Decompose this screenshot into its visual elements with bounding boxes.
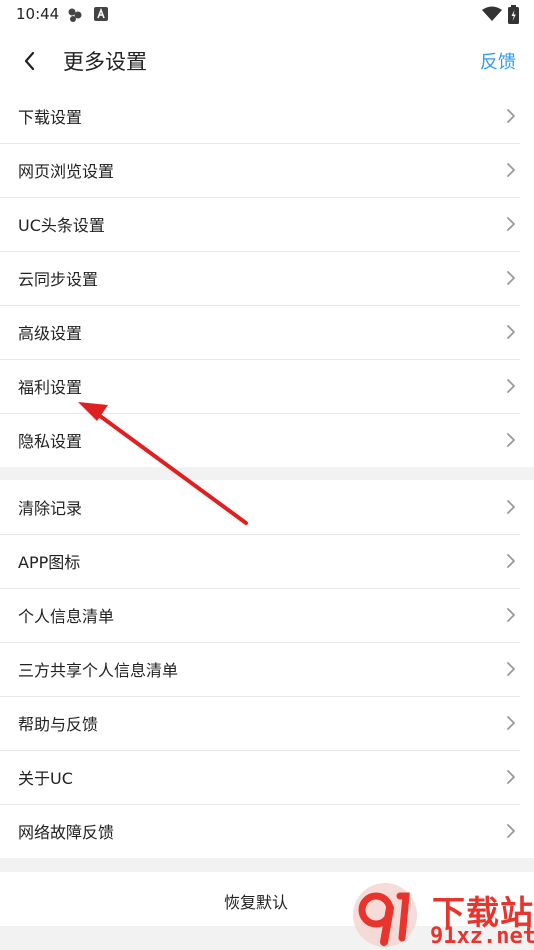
settings-item-help-feedback[interactable]: 帮助与反馈 <box>0 696 534 750</box>
wifi-icon <box>482 6 502 21</box>
chevron-right-icon <box>507 379 515 393</box>
settings-item-label: 云同步设置 <box>18 270 99 289</box>
settings-item-label: 网络故障反馈 <box>18 823 115 842</box>
settings-item-personal-info-list[interactable]: 个人信息清单 <box>0 588 534 642</box>
settings-group-main: 下载设置 网页浏览设置 UC头条设置 云同步设置 高级设置 福利设置 隐私设置 <box>0 89 534 467</box>
chevron-right-icon <box>507 608 515 622</box>
settings-item-privacy[interactable]: 隐私设置 <box>0 413 534 467</box>
notification-icon <box>68 8 82 22</box>
chevron-right-icon <box>507 716 515 730</box>
app-a-icon <box>94 7 108 21</box>
settings-item-label: 关于UC <box>18 769 73 788</box>
status-time: 10:44 <box>16 5 60 23</box>
chevron-right-icon <box>507 325 515 339</box>
settings-item-app-icon[interactable]: APP图标 <box>0 534 534 588</box>
chevron-right-icon <box>507 163 515 177</box>
status-bar: 10:44 <box>0 0 534 30</box>
chevron-right-icon <box>507 271 515 285</box>
settings-item-label: 高级设置 <box>18 324 83 343</box>
settings-item-benefits[interactable]: 福利设置 <box>0 359 534 413</box>
chevron-right-icon <box>507 109 515 123</box>
back-arrow-icon <box>24 51 35 71</box>
settings-item-label: 下载设置 <box>18 108 83 127</box>
settings-item-download[interactable]: 下载设置 <box>0 89 534 143</box>
settings-item-clear-history[interactable]: 清除记录 <box>0 480 534 534</box>
chevron-right-icon <box>507 770 515 784</box>
app-header: 更多设置 反馈 <box>0 30 534 92</box>
feedback-button[interactable]: 反馈 <box>480 48 516 74</box>
chevron-right-icon <box>507 433 515 447</box>
settings-item-label: 网页浏览设置 <box>18 162 115 181</box>
chevron-right-icon <box>507 217 515 231</box>
settings-item-third-party-sharing[interactable]: 三方共享个人信息清单 <box>0 642 534 696</box>
settings-item-label: APP图标 <box>18 553 81 572</box>
settings-item-advanced[interactable]: 高级设置 <box>0 305 534 359</box>
battery-icon <box>508 5 519 24</box>
chevron-right-icon <box>507 500 515 514</box>
settings-group-other: 清除记录 APP图标 个人信息清单 三方共享个人信息清单 帮助与反馈 关于UC … <box>0 480 534 858</box>
watermark-logo: 下载站 91xz.net <box>340 880 534 950</box>
settings-item-uc-headlines[interactable]: UC头条设置 <box>0 197 534 251</box>
watermark-91-mark-icon <box>353 883 417 947</box>
settings-item-label: 三方共享个人信息清单 <box>18 661 179 680</box>
back-button[interactable] <box>12 44 48 78</box>
settings-item-browsing[interactable]: 网页浏览设置 <box>0 143 534 197</box>
settings-item-label: 隐私设置 <box>18 432 83 451</box>
watermark-url: 91xz.net <box>430 924 534 949</box>
settings-item-label: 个人信息清单 <box>18 607 115 626</box>
chevron-right-icon <box>507 824 515 838</box>
settings-item-label: 福利设置 <box>18 378 83 397</box>
settings-item-about-uc[interactable]: 关于UC <box>0 750 534 804</box>
chevron-right-icon <box>507 554 515 568</box>
settings-item-network-issue[interactable]: 网络故障反馈 <box>0 804 534 858</box>
settings-item-cloud-sync[interactable]: 云同步设置 <box>0 251 534 305</box>
page-title: 更多设置 <box>63 50 147 74</box>
chevron-right-icon <box>507 662 515 676</box>
settings-item-label: 帮助与反馈 <box>18 715 99 734</box>
settings-item-label: UC头条设置 <box>18 216 105 235</box>
settings-item-label: 清除记录 <box>18 499 83 518</box>
